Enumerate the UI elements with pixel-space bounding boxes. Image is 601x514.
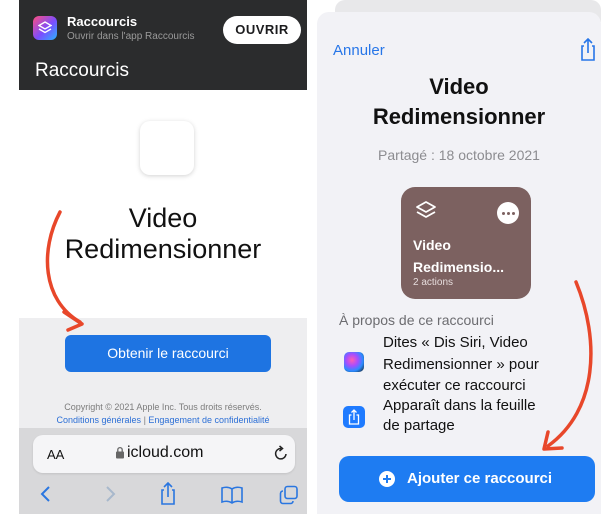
siri-line-3: exécuter ce raccourci <box>383 377 526 394</box>
open-app-button[interactable]: OUVRIR <box>223 16 301 44</box>
shortcut-card[interactable]: Video Redimensio... 2 actions <box>401 187 531 299</box>
cancel-button[interactable]: Annuler <box>333 42 385 59</box>
about-heading: À propos de ce raccourci <box>339 312 494 328</box>
bookmarks-icon[interactable] <box>221 486 243 509</box>
banner-subtitle: Ouvrir dans l'app Raccourcis <box>67 31 195 42</box>
card-name-line2: Redimensio... <box>413 259 505 275</box>
footer-links: Conditions générales | Engagement de con… <box>19 415 307 425</box>
siri-line-1: Dites « Dis Siri, Video <box>383 334 528 351</box>
layers-icon <box>415 200 437 227</box>
add-shortcut-button[interactable]: Ajouter ce raccourci <box>339 456 595 502</box>
share-icon[interactable] <box>159 481 177 511</box>
get-shortcut-button[interactable]: Obtenir le raccourci <box>65 335 271 372</box>
link-separator: | <box>143 415 146 425</box>
share-icon[interactable] <box>579 37 597 67</box>
shortcut-title-line1: Video <box>128 203 198 233</box>
shortcuts-app-icon <box>33 16 57 40</box>
reload-icon[interactable] <box>273 444 289 467</box>
tabs-icon[interactable] <box>279 485 299 510</box>
siri-icon <box>344 352 364 372</box>
forward-icon[interactable] <box>103 484 117 509</box>
add-shortcut-label: Ajouter ce raccourci <box>407 470 553 487</box>
nav-bar: Raccourcis <box>19 54 307 90</box>
shortcut-icon-placeholder <box>140 121 194 175</box>
share-line-2: de partage <box>383 417 455 434</box>
shortcut-title-line1: Video <box>429 74 489 99</box>
siri-line-2: Redimensionner » pour <box>383 356 539 373</box>
shortcut-title-line2: Redimensionner <box>64 234 262 264</box>
shared-date: Partagé : 18 octobre 2021 <box>378 147 540 163</box>
card-name-line1: Video <box>413 237 451 253</box>
share-line-1: Apparaît dans la feuille <box>383 397 536 414</box>
reader-aa-button[interactable]: AA <box>47 447 64 462</box>
smart-app-banner: Raccourcis Ouvrir dans l'app Raccourcis … <box>19 0 307 54</box>
lock-icon <box>115 446 125 464</box>
privacy-link[interactable]: Engagement de confidentialité <box>148 415 269 425</box>
plus-circle-icon <box>379 471 395 487</box>
shortcut-title-line2: Redimensionner <box>372 104 546 129</box>
card-actions-count: 2 actions <box>413 277 454 288</box>
nav-title: Raccourcis <box>35 60 129 81</box>
share-sheet-icon <box>343 406 365 428</box>
right-screenshot-shortcut-sheet: Annuler Video Redimensionner Partagé : 1… <box>317 0 601 514</box>
back-icon[interactable] <box>39 484 53 509</box>
copyright-text: Copyright © 2021 Apple Inc. Tous droits … <box>64 402 262 412</box>
left-screenshot-safari: Raccourcis Ouvrir dans l'app Raccourcis … <box>19 0 307 514</box>
terms-link[interactable]: Conditions générales <box>56 415 141 425</box>
url-text: icloud.com <box>127 444 204 461</box>
more-icon[interactable] <box>497 202 519 224</box>
banner-app-name: Raccourcis <box>67 14 138 29</box>
